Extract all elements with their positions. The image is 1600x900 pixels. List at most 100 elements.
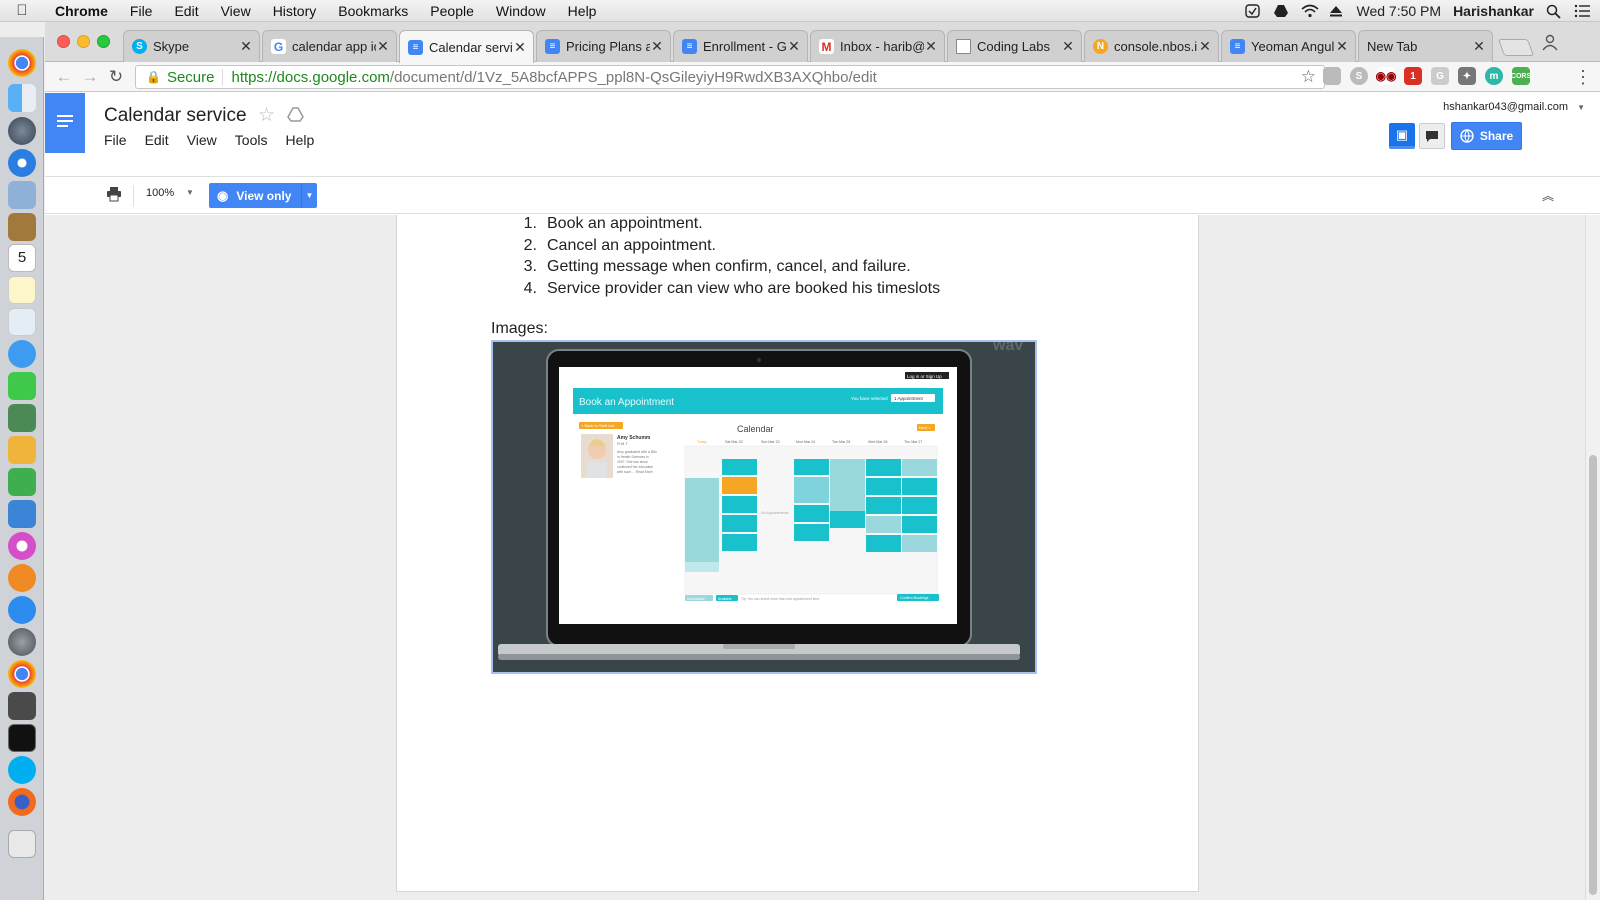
tab-enrollment[interactable]: ≡ Enrollment - G ✕ — [673, 30, 808, 62]
bookmark-star-icon[interactable]: ☆ — [1301, 67, 1316, 87]
docs-menu-tools[interactable]: Tools — [235, 132, 268, 148]
docs-menu-help[interactable]: Help — [285, 132, 314, 148]
move-to-folder-icon[interactable] — [287, 107, 304, 122]
safari-dock-icon[interactable] — [8, 149, 36, 177]
docs-menu-file[interactable]: File — [104, 132, 127, 148]
close-tab-icon[interactable]: ✕ — [650, 38, 664, 55]
menubar-item-help[interactable]: Help — [557, 3, 608, 19]
tab-pricing-plans[interactable]: ≡ Pricing Plans a ✕ — [536, 30, 671, 62]
apple-menu-icon[interactable]:  — [0, 2, 44, 19]
terminal-dock-icon[interactable] — [8, 724, 36, 752]
close-window-button[interactable] — [57, 35, 70, 48]
zoom-window-button[interactable] — [97, 35, 110, 48]
facetime-dock-icon[interactable] — [8, 372, 36, 400]
numbers-dock-icon[interactable] — [8, 468, 36, 496]
minimize-window-button[interactable] — [77, 35, 90, 48]
menubar-item-file[interactable]: File — [119, 3, 164, 19]
embedded-image[interactable]: wav Log in or Sign Up Book an Appointmen… — [491, 337, 1037, 674]
tab-new-tab[interactable]: New Tab ✕ — [1358, 30, 1493, 62]
share-button[interactable]: Share — [1451, 122, 1522, 150]
tab-skype[interactable]: S Skype ✕ — [123, 30, 260, 62]
task-check-icon[interactable] — [1244, 4, 1261, 18]
messages-dock-icon[interactable] — [8, 340, 36, 368]
tab-inbox[interactable]: M Inbox - harib@ ✕ — [810, 30, 945, 62]
present-button[interactable]: ▣ — [1389, 123, 1415, 149]
menubar-clock[interactable]: Wed 7:50 PM — [1357, 3, 1442, 19]
skype-extension-icon[interactable]: S — [1350, 67, 1368, 85]
close-tab-icon[interactable]: ✕ — [1061, 38, 1075, 55]
notification-center-icon[interactable] — [1574, 4, 1590, 18]
skype-dock-icon[interactable] — [8, 756, 36, 784]
scrollbar-thumb[interactable] — [1589, 455, 1597, 895]
google-drive-icon[interactable] — [1273, 4, 1289, 18]
menubar-item-history[interactable]: History — [262, 3, 328, 19]
zoom-select[interactable]: 100% — [146, 187, 174, 199]
mail-dock-icon[interactable] — [8, 181, 36, 209]
opinion-extension-icon[interactable]: 1 — [1404, 67, 1422, 85]
firefox-dock-icon[interactable] — [8, 788, 36, 816]
menubar-item-bookmarks[interactable]: Bookmarks — [327, 3, 419, 19]
photos-dock-icon[interactable] — [8, 404, 36, 432]
finder-dock-icon[interactable] — [8, 84, 36, 112]
chrome-dock-icon-2[interactable] — [8, 660, 36, 688]
mode-dropdown-caret-icon[interactable]: ▼ — [301, 183, 317, 208]
app-store-dock-icon[interactable] — [8, 596, 36, 624]
keynote-dock-icon[interactable] — [8, 500, 36, 528]
reminders-dock-icon[interactable] — [8, 308, 36, 336]
address-bar[interactable]: 🔒 Secure https://docs.google.com /docume… — [135, 65, 1325, 89]
eject-icon[interactable] — [1329, 4, 1345, 18]
docs-menu-edit[interactable]: Edit — [145, 132, 169, 148]
system-preferences-dock-icon[interactable] — [8, 628, 36, 656]
contacts-dock-icon[interactable] — [8, 213, 36, 241]
close-tab-icon[interactable]: ✕ — [239, 38, 253, 55]
tab-yeoman[interactable]: ≡ Yeoman Angul ✕ — [1221, 30, 1356, 62]
spy-extension-icon[interactable]: ◉◉ — [1376, 67, 1396, 85]
close-tab-icon[interactable]: ✕ — [787, 38, 801, 55]
account-switcher[interactable]: hshankar043@gmail.com ▼ — [1443, 101, 1585, 113]
tab-calendar-app[interactable]: G calendar app ic ✕ — [262, 30, 397, 62]
itunes-dock-icon[interactable] — [8, 532, 36, 560]
wifi-icon[interactable] — [1300, 4, 1319, 18]
pages-dock-icon[interactable] — [8, 436, 36, 464]
forward-arrow-icon[interactable]: → — [79, 66, 101, 88]
profile-icon[interactable] — [1541, 33, 1559, 51]
view-only-mode-button[interactable]: ◉ View only ▼ — [209, 183, 317, 208]
menubar-item-view[interactable]: View — [210, 3, 262, 19]
tab-calendar-service[interactable]: ≡ Calendar servic ✕ — [399, 30, 534, 63]
new-tab-button[interactable] — [1497, 39, 1535, 56]
close-tab-icon[interactable]: ✕ — [513, 39, 527, 56]
trash-dock-icon[interactable] — [8, 830, 36, 858]
vertical-scrollbar[interactable] — [1585, 215, 1600, 900]
menubar-item-window[interactable]: Window — [485, 3, 557, 19]
cloud-extension-icon[interactable] — [1323, 67, 1341, 85]
close-tab-icon[interactable]: ✕ — [1198, 38, 1212, 55]
puzzle-extension-icon[interactable]: ✦ — [1458, 67, 1476, 85]
menubar-item-people[interactable]: People — [419, 3, 485, 19]
notes-dock-icon[interactable] — [8, 276, 36, 304]
docs-logo-icon[interactable] — [45, 93, 85, 153]
launchpad-dock-icon[interactable] — [8, 117, 36, 145]
spotlight-search-icon[interactable] — [1546, 4, 1562, 19]
menubar-user[interactable]: Harishankar — [1453, 3, 1534, 19]
ibooks-dock-icon[interactable] — [8, 564, 36, 592]
cors-extension-icon[interactable]: CORS — [1511, 67, 1531, 85]
chrome-dock-icon[interactable] — [8, 49, 36, 77]
reload-icon[interactable]: ↻ — [105, 66, 127, 88]
tab-console-nbos[interactable]: N console.nbos.i ✕ — [1084, 30, 1219, 62]
menubar-item-edit[interactable]: Edit — [163, 3, 209, 19]
tab-coding-labs[interactable]: Coding Labs ✕ — [947, 30, 1082, 62]
chrome-menu-icon[interactable]: ⋮ — [1574, 67, 1592, 88]
close-tab-icon[interactable]: ✕ — [924, 38, 938, 55]
print-icon[interactable] — [106, 186, 122, 202]
calendar-dock-icon[interactable]: 5 — [8, 244, 36, 272]
comments-button[interactable] — [1419, 123, 1445, 149]
close-tab-icon[interactable]: ✕ — [1472, 38, 1486, 55]
sublime-dock-icon[interactable] — [8, 692, 36, 720]
close-tab-icon[interactable]: ✕ — [376, 38, 390, 55]
close-tab-icon[interactable]: ✕ — [1335, 38, 1349, 55]
collapse-controls-icon[interactable]: ︽ — [1542, 187, 1554, 204]
star-document-icon[interactable]: ☆ — [258, 104, 275, 127]
back-arrow-icon[interactable]: ← — [53, 66, 75, 88]
zoom-caret-icon[interactable]: ▼ — [186, 188, 194, 197]
document-title[interactable]: Calendar service — [104, 105, 247, 127]
